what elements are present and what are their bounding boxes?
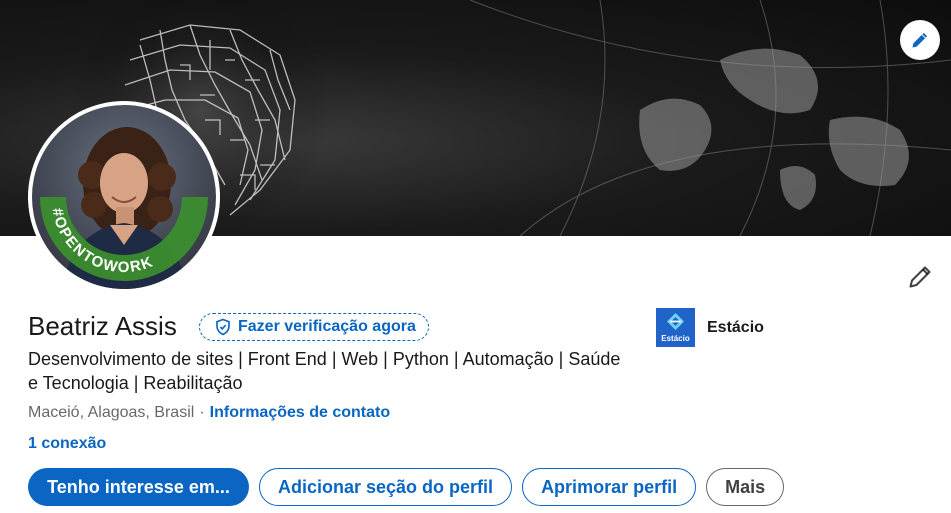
shield-check-icon bbox=[216, 318, 230, 336]
pencil-icon bbox=[909, 266, 931, 288]
add-profile-section-button[interactable]: Adicionar seção do perfil bbox=[259, 468, 513, 506]
verify-now-button[interactable]: Fazer verificação agora bbox=[199, 313, 429, 341]
open-to-button[interactable]: Tenho interesse em... bbox=[28, 468, 249, 506]
enhance-profile-button[interactable]: Aprimorar perfil bbox=[522, 468, 697, 506]
education-item[interactable]: Estácio Estácio bbox=[656, 308, 764, 347]
verify-label: Fazer verificação agora bbox=[238, 318, 416, 335]
connections-link[interactable]: 1 conexão bbox=[28, 435, 106, 453]
location-text: Maceió, Alagoas, Brasil bbox=[28, 404, 195, 421]
edit-intro-button[interactable] bbox=[904, 261, 936, 293]
profile-name: Beatriz Assis bbox=[28, 311, 177, 341]
profile-actions: Tenho interesse em... Adicionar seção do… bbox=[28, 468, 785, 506]
estacio-logo: Estácio bbox=[656, 308, 695, 347]
profile-headline: Desenvolvimento de sites | Front End | W… bbox=[28, 349, 621, 393]
profile-location-row: Maceió, Alagoas, Brasil · Informações de… bbox=[28, 404, 390, 422]
estacio-logo-text: Estácio bbox=[661, 334, 690, 343]
contact-info-link[interactable]: Informações de contato bbox=[210, 404, 390, 422]
avatar-portrait: #OPENTOWORK bbox=[40, 127, 208, 289]
edit-banner-button[interactable] bbox=[900, 20, 940, 60]
profile-photo[interactable]: #OPENTOWORK bbox=[28, 101, 220, 293]
avatar: #OPENTOWORK bbox=[32, 105, 216, 289]
separator-dot: · bbox=[199, 404, 205, 421]
pencil-icon bbox=[912, 32, 928, 48]
education-name: Estácio bbox=[707, 318, 764, 336]
more-button[interactable]: Mais bbox=[706, 468, 785, 506]
